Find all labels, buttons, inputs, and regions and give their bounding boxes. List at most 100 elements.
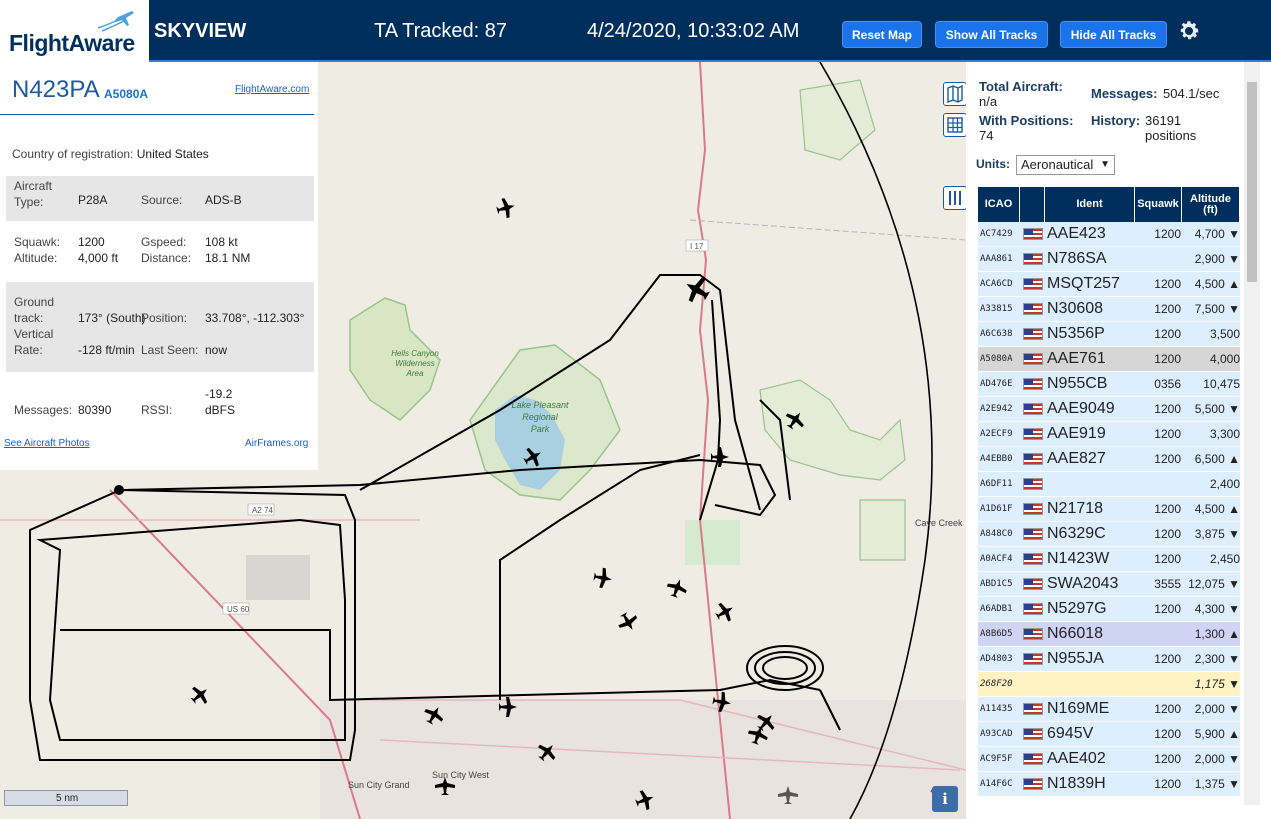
map-label-sun-city-grand: Sun City Grand <box>348 780 410 790</box>
hide-all-tracks-button[interactable]: Hide All Tracks <box>1060 21 1167 48</box>
show-all-tracks-button[interactable]: Show All Tracks <box>935 21 1048 48</box>
altitude-cell: 2,900 ▼ <box>1194 252 1240 266</box>
column-header-flag[interactable] <box>1020 187 1045 222</box>
table-row[interactable]: AD4803 N955JA 1200 2,300 ▼ <box>978 647 1240 672</box>
source-value: ADS-B <box>205 193 242 207</box>
ident-cell: N1423W <box>1047 550 1110 567</box>
last-seen-label: Last Seen: <box>141 343 199 357</box>
ta-tracked-count: TA Tracked: 87 <box>374 20 508 42</box>
squawk-cell: 1200 <box>1154 777 1181 791</box>
flightaware-logo[interactable]: FlightAware <box>0 0 149 62</box>
us-flag-icon <box>1023 603 1043 615</box>
flag-cell <box>1021 247 1045 271</box>
icao-cell: A0ACF4 <box>980 554 1013 564</box>
us-flag-icon <box>1023 553 1043 565</box>
ident-cell: AAE761 <box>1047 350 1106 367</box>
ident-cell: 6945V <box>1047 725 1094 742</box>
table-row[interactable]: A6ADB1 N5297G 1200 4,300 ▼ <box>978 597 1240 622</box>
column-header-squawk[interactable]: Squawk <box>1135 187 1182 222</box>
squawk-cell: 1200 <box>1154 702 1181 716</box>
reset-map-button[interactable]: Reset Map <box>842 21 922 48</box>
vrate-value: -128 ft/min <box>78 343 135 357</box>
grid-icon[interactable] <box>943 113 966 137</box>
table-row[interactable]: A11435 N169ME 1200 2,000 ▼ <box>978 697 1240 722</box>
messages-rate-value: 504.1/sec <box>1163 86 1220 101</box>
flag-cell <box>1021 222 1045 246</box>
flag-cell <box>1021 697 1045 721</box>
table-row[interactable]: A93CAD 6945V 1200 5,900 ▲ <box>978 722 1240 747</box>
squawk-cell: 1200 <box>1154 752 1181 766</box>
map-label-hells-canyon: Hells Canyon <box>391 349 439 358</box>
table-row[interactable]: AD476E N955CB 0356 10,475 <box>978 372 1240 397</box>
table-row[interactable]: A33815 N30608 1200 7,500 ▼ <box>978 297 1240 322</box>
icao-cell: ACA6CD <box>980 279 1013 289</box>
info-icon[interactable]: i <box>932 786 958 812</box>
gear-icon[interactable] <box>1177 19 1201 43</box>
selected-aircraft-dot[interactable] <box>114 485 124 495</box>
ident-cell: N955JA <box>1047 650 1104 667</box>
ident-cell: N169ME <box>1047 700 1110 717</box>
squawk-cell: 1200 <box>1154 277 1181 291</box>
icao-cell: A1D61F <box>980 504 1013 514</box>
messages-rate-label: Messages: <box>1091 86 1158 101</box>
distance-value: 18.1 NM <box>205 251 251 265</box>
squawk-cell: 1200 <box>1154 327 1181 341</box>
icao-cell: 268F20 <box>980 679 1013 689</box>
chevron-down-icon: ▼ <box>1100 159 1110 170</box>
column-header-icao[interactable]: ICAO <box>978 187 1020 222</box>
flightaware-link[interactable]: FlightAware.com <box>235 84 309 95</box>
squawk-cell <box>1136 622 1181 646</box>
svg-text:Area: Area <box>406 369 424 378</box>
vrate-label: Vertical Rate: <box>14 327 54 357</box>
us-flag-icon <box>1023 728 1043 740</box>
table-row[interactable]: A14F6C N1839H 1200 1,375 ▼ <box>978 772 1240 797</box>
columns-icon[interactable] <box>943 186 966 210</box>
table-row[interactable]: ACA6CD MSQT257 1200 4,500 ▲ <box>978 272 1240 297</box>
svg-text:Wilderness: Wilderness <box>395 359 435 368</box>
us-flag-icon <box>1023 378 1043 390</box>
map-label-lake-pleasant: Lake Pleasant <box>511 400 569 410</box>
squawk-cell <box>1136 472 1181 496</box>
table-row[interactable]: A0ACF4 N1423W 1200 2,450 <box>978 547 1240 572</box>
units-select[interactable]: Aeronautical ▼ <box>1016 155 1115 175</box>
table-row[interactable]: A8B6D5 N66018 1,300 ▲ <box>978 622 1240 647</box>
scrollbar-thumb[interactable] <box>1247 82 1257 282</box>
table-row[interactable]: A4EBB0 AAE827 1200 6,500 ▲ <box>978 447 1240 472</box>
country-label: Country of registration: <box>12 147 134 161</box>
icao-cell: A93CAD <box>980 729 1013 739</box>
table-row[interactable]: A1D61F N21718 1200 4,500 ▲ <box>978 497 1240 522</box>
table-row[interactable]: AC9F5F AAE402 1200 2,000 ▼ <box>978 747 1240 772</box>
ident-cell: N30608 <box>1047 300 1104 317</box>
table-row[interactable]: AC7429 AAE423 1200 4,700 ▼ <box>978 222 1240 247</box>
rssi-value: -19.2 dBFS <box>205 387 236 417</box>
table-row[interactable]: A2E942 AAE9049 1200 5,500 ▼ <box>978 397 1240 422</box>
icao-cell: A33815 <box>980 304 1013 314</box>
altitude-cell: 2,400 <box>1209 477 1240 491</box>
us-flag-icon <box>1023 453 1043 465</box>
table-row[interactable]: ABD1C5 SWA2043 3555 12,075 ▼ <box>978 572 1240 597</box>
icao-cell: A2E942 <box>980 404 1013 414</box>
column-header-ident[interactable]: Ident <box>1045 187 1135 222</box>
table-body: AC7429 AAE423 1200 4,700 ▼ AAA861 N786SA 2,900… <box>978 222 1243 797</box>
airframes-link[interactable]: AirFrames.org <box>245 438 308 449</box>
country-row: Country of registration: United States <box>12 147 209 161</box>
see-photos-link[interactable]: See Aircraft Photos <box>4 438 90 449</box>
table-row[interactable]: A2ECF9 AAE919 1200 3,300 <box>978 422 1240 447</box>
map-label-us60: US 60 <box>227 605 250 614</box>
flag-cell <box>1021 522 1045 546</box>
table-row[interactable]: AAA861 N786SA 2,900 ▼ <box>978 247 1240 272</box>
flag-cell <box>1021 447 1045 471</box>
ident-cell: N1839H <box>1047 775 1106 792</box>
table-row[interactable]: 268F20 1,175 ▼ <box>978 672 1240 697</box>
table-row[interactable]: A6DF11 2,400 <box>978 472 1240 497</box>
sidebar-scrollbar[interactable] <box>1244 62 1260 805</box>
map-layer-icon[interactable] <box>943 82 966 106</box>
flag-cell <box>1021 547 1045 571</box>
scale-bar: 5 nm <box>4 790 128 806</box>
gspeed-value: 108 kt <box>205 235 238 249</box>
altitude-value: 4,000 ft <box>78 251 119 265</box>
table-row[interactable]: A848C0 N6329C 1200 3,875 ▼ <box>978 522 1240 547</box>
column-header-altitude[interactable]: Altitude (ft) <box>1182 187 1240 222</box>
table-row[interactable]: A5080A AAE761 1200 4,000 <box>978 347 1240 372</box>
table-row[interactable]: A6C638 N5356P 1200 3,500 <box>978 322 1240 347</box>
